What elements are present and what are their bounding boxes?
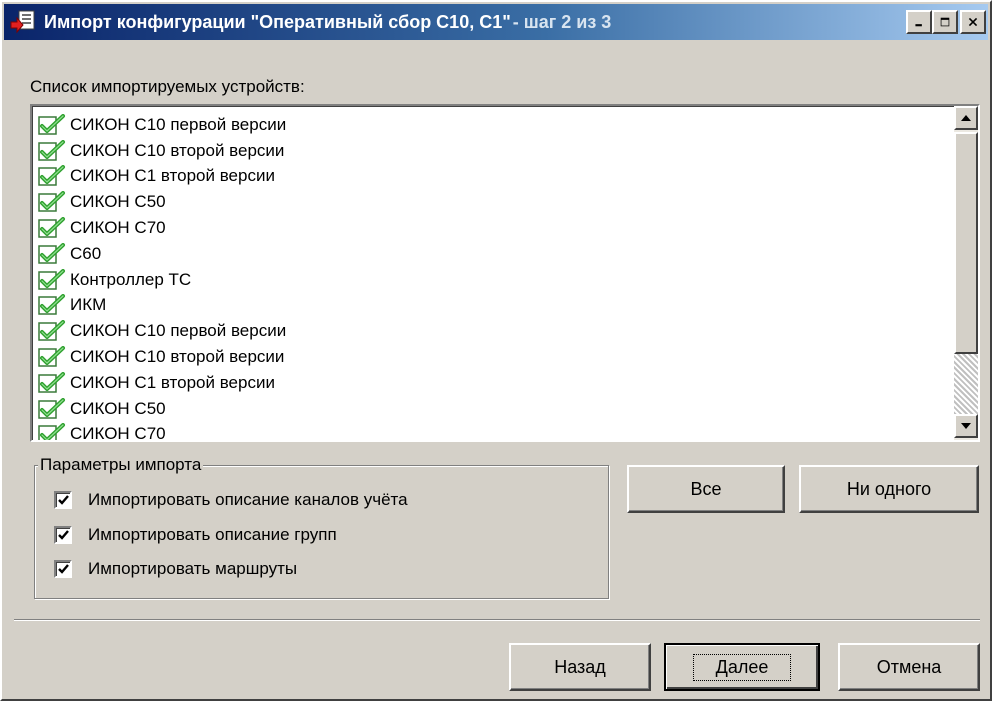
scroll-thumb[interactable] xyxy=(954,132,978,354)
checkbox-import-channels[interactable] xyxy=(54,491,72,509)
list-item[interactable]: СИКОН С50 xyxy=(38,189,938,215)
focus-indicator: Далее xyxy=(692,653,792,681)
device-list-label: Список импортируемых устройств: xyxy=(30,77,305,96)
scroll-track[interactable] xyxy=(954,354,978,414)
list-item[interactable]: СИКОН С10 первой версии xyxy=(38,318,938,344)
green-check-icon xyxy=(38,423,65,440)
minimize-icon xyxy=(915,24,922,27)
import-config-icon xyxy=(10,9,36,35)
green-check-icon xyxy=(38,268,65,290)
list-item-label: СИКОН С10 второй версии xyxy=(70,140,285,160)
list-item-label: СИКОН С1 второй версии xyxy=(70,372,275,392)
checkmark-icon xyxy=(58,530,69,540)
list-item[interactable]: СИКОН С50 xyxy=(38,396,938,422)
green-check-icon xyxy=(38,165,65,187)
import-params-legend: Параметры импорта xyxy=(38,455,204,475)
vertical-scrollbar[interactable] xyxy=(954,106,978,440)
list-item-label: СИКОН С10 второй версии xyxy=(70,347,285,367)
close-button[interactable] xyxy=(960,10,986,34)
list-item[interactable]: СИКОН С70 xyxy=(38,422,938,442)
green-check-icon xyxy=(38,217,65,238)
option-label: Импортировать маршруты xyxy=(88,559,298,578)
checkmark-icon xyxy=(58,564,69,574)
list-item-label: СИКОН С50 xyxy=(70,398,166,418)
list-item[interactable]: СИКОН С10 первой версии xyxy=(38,112,938,138)
green-check-icon xyxy=(38,191,65,213)
list-item-label: СИКОН С50 xyxy=(70,192,166,212)
wizard-step: - шаг 2 из 3 xyxy=(512,11,612,32)
list-item[interactable]: СИКОН С10 второй версии xyxy=(38,344,938,370)
list-item[interactable]: СИКОН С70 xyxy=(38,215,938,241)
device-list-items: СИКОН С10 первой версии СИКОН С10 второй … xyxy=(38,112,938,442)
minimize-button[interactable] xyxy=(906,10,932,34)
import-wizard-window: Импорт конфигурации "Оперативный сбор С1… xyxy=(0,0,992,701)
list-item[interactable]: СИКОН С10 второй версии xyxy=(38,138,938,164)
checkbox-import-groups[interactable] xyxy=(54,526,72,544)
back-button[interactable]: Назад xyxy=(509,643,651,691)
title-bar[interactable]: Импорт конфигурации "Оперативный сбор С1… xyxy=(4,4,988,40)
maximize-button[interactable] xyxy=(932,10,958,34)
list-item-label: СИКОН С10 первой версии xyxy=(70,114,287,134)
scroll-down-button[interactable] xyxy=(954,414,978,438)
list-item-label: СИКОН С10 первой версии xyxy=(70,321,287,341)
list-item-label: СИКОН С1 второй версии xyxy=(70,166,275,186)
list-item-label: Контроллер ТС xyxy=(70,269,192,289)
green-check-icon xyxy=(38,346,65,367)
list-item-label: СИКОН С70 xyxy=(70,218,166,238)
close-icon xyxy=(968,17,978,27)
scroll-up-button[interactable] xyxy=(954,106,978,130)
list-item-label: ИКМ xyxy=(70,295,107,315)
option-import-channels[interactable]: Импортировать описание каналов учёта xyxy=(54,490,408,510)
checkmark-icon xyxy=(58,495,69,505)
checkbox-import-routes[interactable] xyxy=(54,560,72,578)
option-label: Импортировать описание групп xyxy=(88,525,337,544)
next-button[interactable]: Далее xyxy=(664,643,820,691)
green-check-icon xyxy=(38,113,65,135)
device-listbox[interactable]: СИКОН С10 первой версии СИКОН С10 второй … xyxy=(30,104,980,442)
cancel-button[interactable]: Отмена xyxy=(838,643,980,691)
list-item-label: С60 xyxy=(70,243,102,263)
green-check-icon xyxy=(38,242,65,264)
list-item[interactable]: Контроллер ТС xyxy=(38,267,938,293)
list-item-label: СИКОН С70 xyxy=(70,424,166,442)
green-check-icon xyxy=(38,294,65,316)
option-label: Импортировать описание каналов учёта xyxy=(88,490,408,509)
arrow-down-icon xyxy=(961,423,971,429)
list-item[interactable]: СИКОН С1 второй версии xyxy=(38,164,938,190)
select-none-button[interactable]: Ни одного xyxy=(799,465,979,513)
select-all-button[interactable]: Все xyxy=(627,465,785,513)
arrow-up-icon xyxy=(961,115,971,121)
option-import-groups[interactable]: Импортировать описание групп xyxy=(54,525,337,545)
list-item[interactable]: С60 xyxy=(38,241,938,267)
list-item[interactable]: СИКОН С1 второй версии xyxy=(38,370,938,396)
green-check-icon xyxy=(38,371,65,393)
green-check-icon xyxy=(38,139,65,161)
footer-separator xyxy=(14,619,980,621)
list-item[interactable]: ИКМ xyxy=(38,293,938,319)
window-title: Импорт конфигурации "Оперативный сбор С1… xyxy=(44,11,511,32)
maximize-icon xyxy=(940,17,950,27)
option-import-routes[interactable]: Импортировать маршруты xyxy=(54,559,297,579)
green-check-icon xyxy=(38,397,65,419)
green-check-icon xyxy=(38,320,65,342)
